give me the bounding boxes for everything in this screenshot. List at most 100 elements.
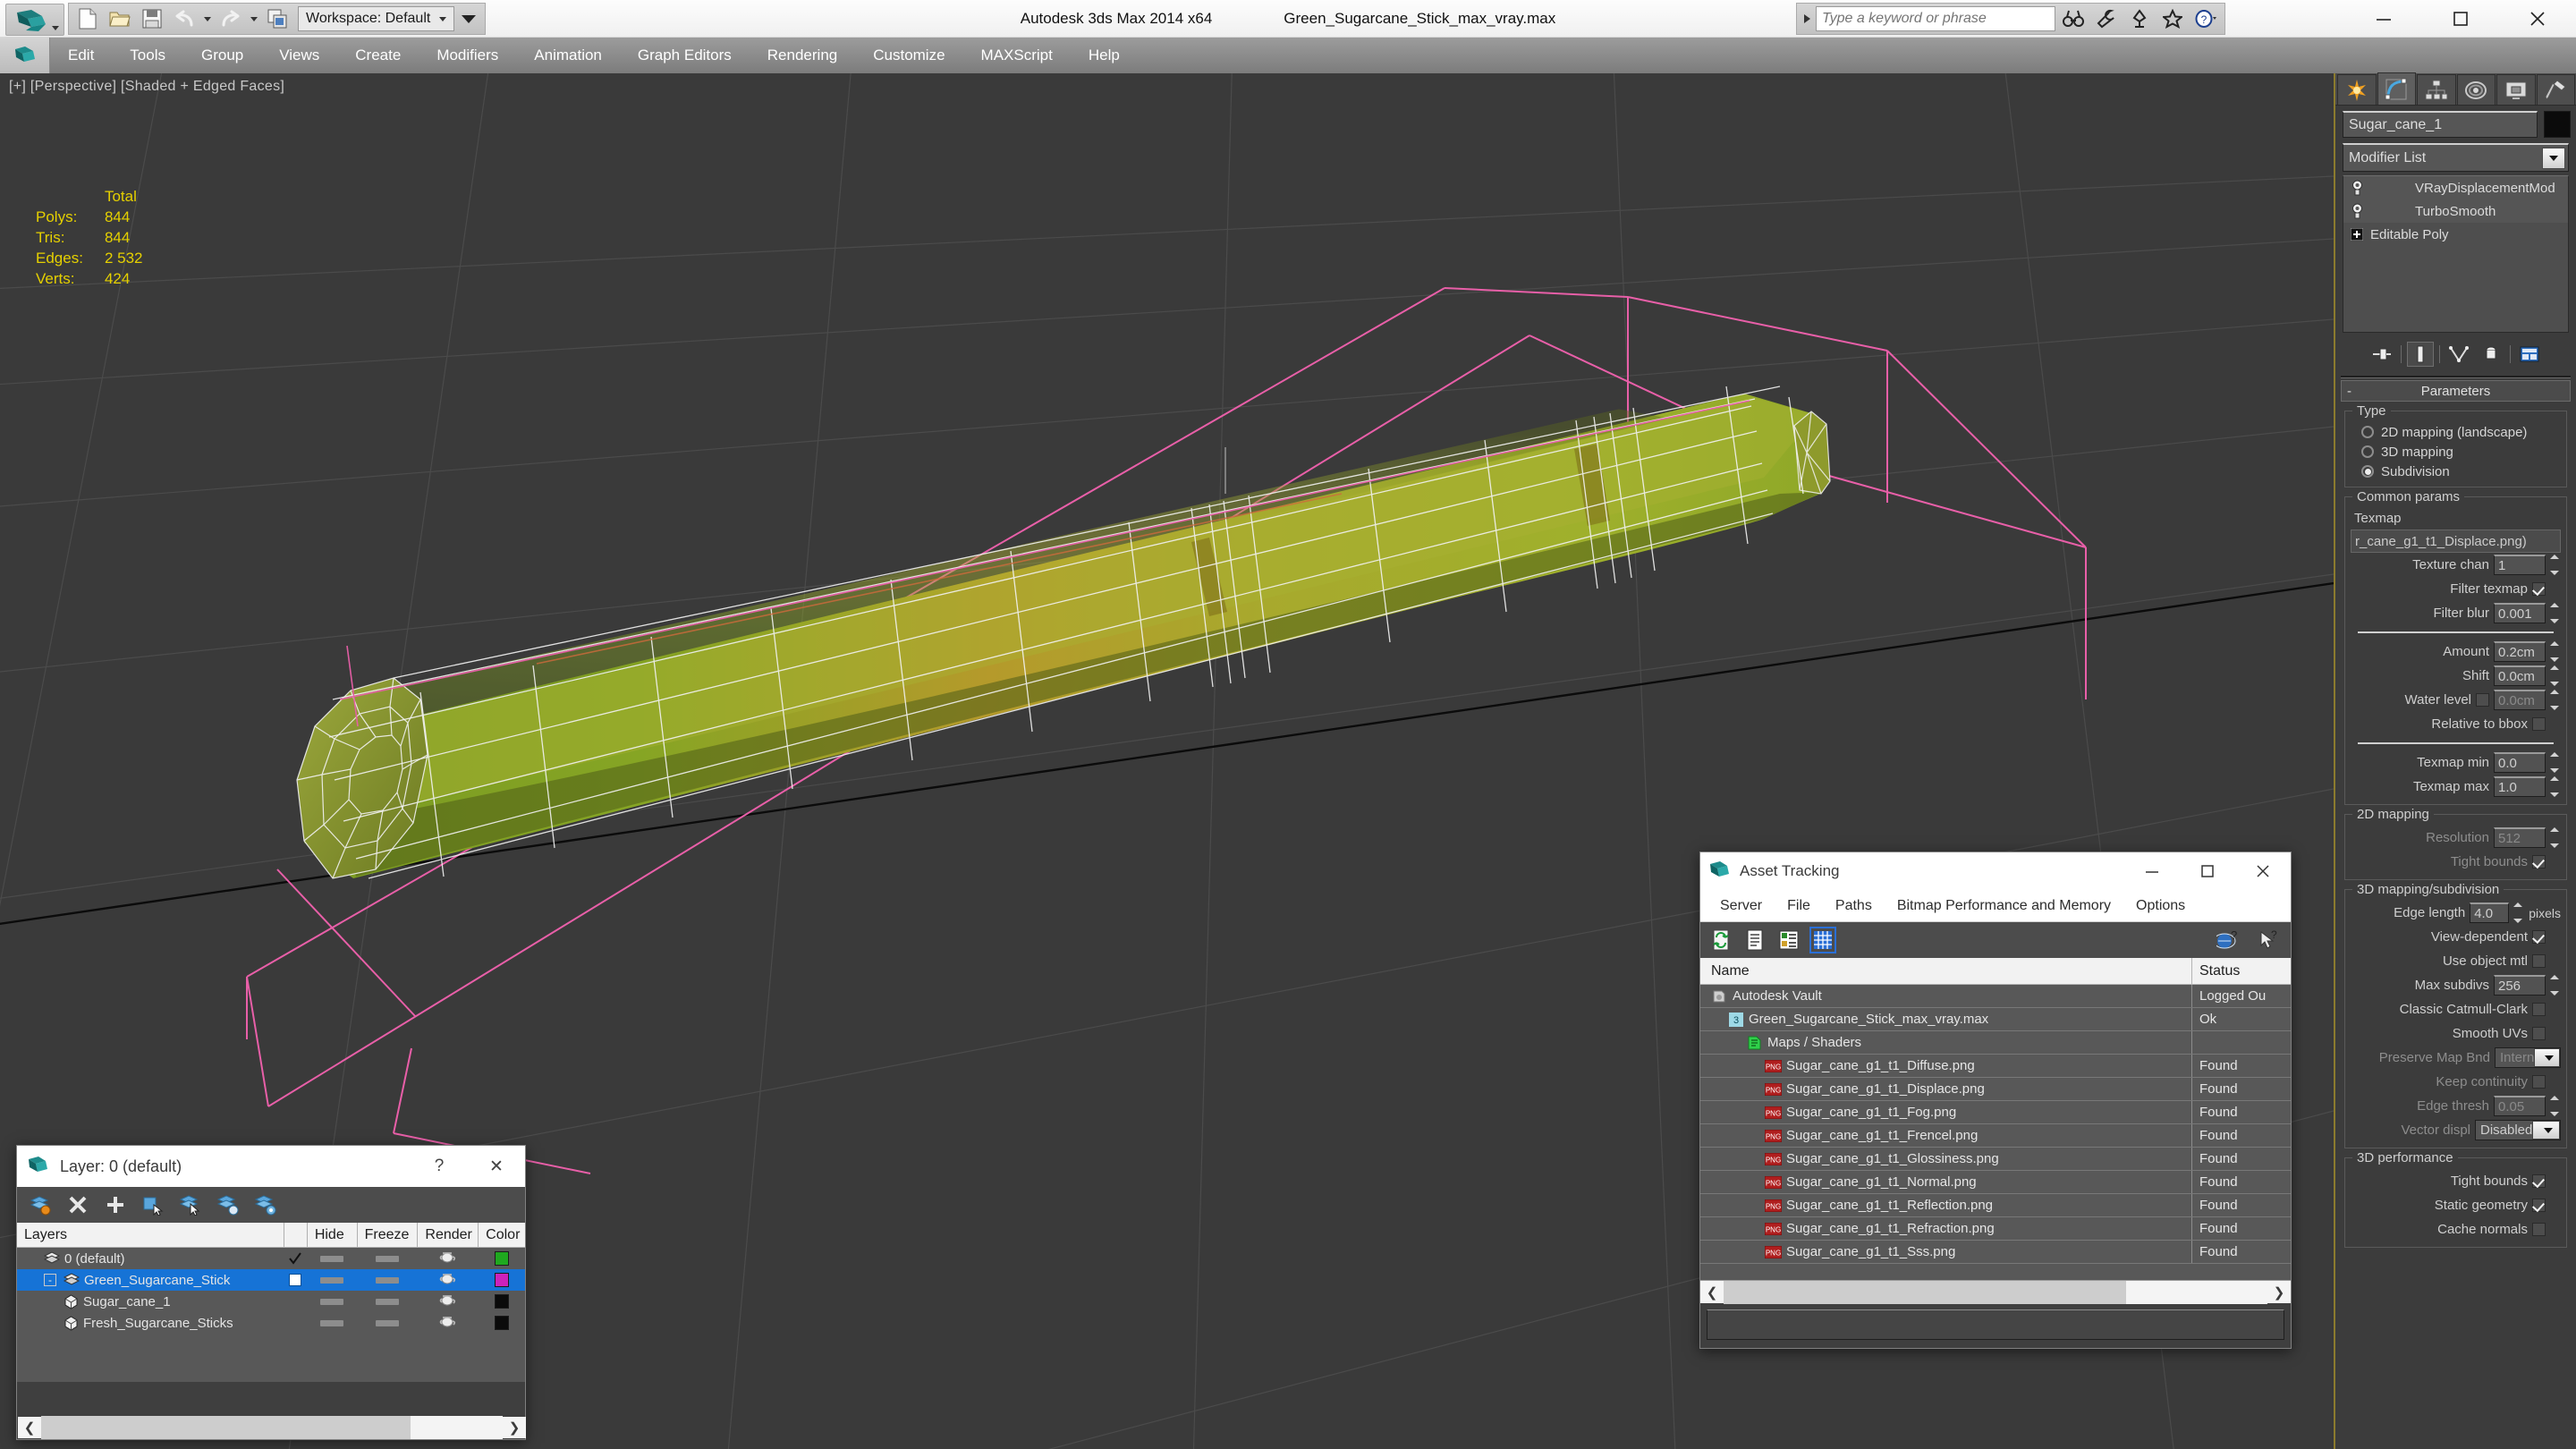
- menu-item-create[interactable]: Create: [337, 38, 419, 73]
- menu-item-customize[interactable]: Customize: [855, 38, 962, 73]
- modifier-stack[interactable]: VRayDisplacementMod TurboSmooth Editable…: [2343, 175, 2569, 333]
- layer-hide-toggle[interactable]: [307, 1255, 357, 1262]
- column-header-freeze[interactable]: Freeze: [358, 1223, 419, 1247]
- edge-thresh-stepper[interactable]: [2550, 1096, 2561, 1116]
- static-geometry-checkbox[interactable]: [2532, 1199, 2546, 1212]
- select-objects-in-layer-icon[interactable]: [140, 1192, 165, 1217]
- radio-3d-mapping[interactable]: 3D mapping: [2351, 442, 2561, 462]
- expand-plus-icon[interactable]: [2347, 225, 2367, 244]
- utilities-tab[interactable]: [2536, 74, 2575, 105]
- help-icon[interactable]: ?: [2190, 5, 2221, 32]
- keep-continuity-checkbox[interactable]: [2532, 1075, 2546, 1089]
- remove-modifier-button[interactable]: [2478, 342, 2504, 367]
- shift-stepper[interactable]: [2550, 665, 2561, 686]
- asset-row[interactable]: PNG Sugar_cane_g1_t1_Diffuse.png Found: [1700, 1055, 2291, 1078]
- asset-tracking-horizontal-scrollbar[interactable]: ❮ ❯: [1700, 1280, 2291, 1304]
- edge-length-input[interactable]: 4.0: [2470, 902, 2510, 923]
- layer-row[interactable]: Fresh_Sugarcane_Sticks: [17, 1312, 525, 1334]
- asset-row[interactable]: PNG Sugar_cane_g1_t1_Reflection.png Found: [1700, 1194, 2291, 1217]
- add-selection-to-layer-icon[interactable]: [103, 1192, 128, 1217]
- parameters-rollout-header[interactable]: - Parameters: [2341, 380, 2571, 402]
- object-name-field[interactable]: Sugar_cane_1: [2343, 111, 2538, 138]
- texture-channel-stepper[interactable]: [2550, 555, 2561, 575]
- grid-view-icon[interactable]: [1809, 927, 1836, 953]
- column-header-layers[interactable]: Layers: [17, 1223, 284, 1247]
- use-object-mtl-checkbox[interactable]: [2532, 954, 2546, 968]
- asset-row[interactable]: 3 Green_Sugarcane_Stick_max_vray.max Ok: [1700, 1008, 2291, 1031]
- menu-item-tools[interactable]: Tools: [112, 38, 183, 73]
- max-subdivs-input[interactable]: 256: [2494, 975, 2546, 996]
- menu-item-rendering[interactable]: Rendering: [750, 38, 855, 73]
- scroll-right-icon[interactable]: ❯: [2267, 1281, 2291, 1304]
- layer-current-toggle[interactable]: [284, 1274, 307, 1286]
- scroll-left-icon[interactable]: ❮: [18, 1416, 41, 1439]
- view-dependent-checkbox[interactable]: [2532, 930, 2546, 944]
- layer-row[interactable]: Sugar_cane_1: [17, 1291, 525, 1312]
- asset-menu-file[interactable]: File: [1775, 891, 1823, 921]
- smooth-uvs-checkbox[interactable]: [2532, 1027, 2546, 1040]
- filter-texmap-checkbox[interactable]: [2532, 582, 2546, 596]
- texmap-button[interactable]: r_cane_g1_t1_Displace.png): [2351, 530, 2561, 553]
- help-globe-icon[interactable]: ?: [2214, 927, 2241, 953]
- asset-menu-server[interactable]: Server: [1707, 891, 1775, 921]
- column-header-color[interactable]: Color: [479, 1223, 525, 1247]
- vector-displ-dropdown[interactable]: Disabled: [2475, 1120, 2561, 1140]
- workspace-expand-button[interactable]: [456, 4, 481, 33]
- configure-modifier-sets-button[interactable]: [2516, 342, 2543, 367]
- search-input[interactable]: [1816, 6, 2055, 31]
- menu-item-edit[interactable]: Edit: [50, 38, 112, 73]
- texmap-max-input[interactable]: 1.0: [2494, 776, 2546, 797]
- refresh-icon[interactable]: [1707, 927, 1734, 953]
- scroll-left-icon[interactable]: ❮: [1700, 1281, 1724, 1304]
- delete-layer-icon[interactable]: [65, 1192, 90, 1217]
- menu-item-graph-editors[interactable]: Graph Editors: [620, 38, 750, 73]
- scroll-thumb[interactable]: [41, 1416, 411, 1439]
- amount-input[interactable]: 0.2cm: [2494, 641, 2546, 662]
- scroll-right-icon[interactable]: ❯: [503, 1416, 526, 1439]
- modifier-stack-item-turbosmooth[interactable]: TurboSmooth: [2343, 199, 2568, 223]
- preserve-map-bnd-dropdown[interactable]: Intern: [2495, 1047, 2561, 1068]
- layer-render-toggle[interactable]: [418, 1250, 479, 1267]
- viewport-label[interactable]: [+] [Perspective] [Shaded + Edged Faces]: [9, 79, 284, 95]
- layer-current-toggle[interactable]: [284, 1251, 307, 1266]
- texmap-min-input[interactable]: 0.0: [2494, 752, 2546, 773]
- wrench-icon[interactable]: [2091, 5, 2122, 32]
- layer-color-swatch[interactable]: [479, 1251, 525, 1266]
- list-view-icon[interactable]: [1741, 927, 1768, 953]
- modifier-stack-item-vraydisplacementmod[interactable]: VRayDisplacementMod: [2343, 176, 2568, 199]
- layer-dialog-title-bar[interactable]: Layer: 0 (default) ? ✕: [17, 1146, 525, 1187]
- layer-freeze-toggle[interactable]: [357, 1298, 418, 1305]
- asset-menu-paths[interactable]: Paths: [1823, 891, 1885, 921]
- asset-row[interactable]: Autodesk Vault Logged Ou: [1700, 985, 2291, 1008]
- select-highlighted-layer-icon[interactable]: [178, 1192, 203, 1217]
- scroll-track[interactable]: [1724, 1280, 2267, 1304]
- create-new-layer-icon[interactable]: [28, 1192, 53, 1217]
- cache-normals-checkbox[interactable]: [2532, 1223, 2546, 1236]
- asset-row[interactable]: PNG Sugar_cane_g1_t1_Frencel.png Found: [1700, 1124, 2291, 1148]
- asset-tracking-maximize-button[interactable]: [2180, 852, 2235, 890]
- redo-icon[interactable]: [216, 4, 246, 33]
- menu-item-modifiers[interactable]: Modifiers: [419, 38, 516, 73]
- layer-hide-toggle[interactable]: [307, 1276, 357, 1284]
- modify-tab[interactable]: [2377, 72, 2416, 105]
- layer-freeze-toggle[interactable]: [357, 1276, 418, 1284]
- subscription-icon[interactable]: [2124, 5, 2155, 32]
- undo-dropdown-icon[interactable]: [201, 4, 214, 33]
- project-folder-icon[interactable]: [262, 4, 292, 33]
- edge-length-stepper[interactable]: [2513, 902, 2524, 923]
- radio-2d-mapping[interactable]: 2D mapping (landscape): [2351, 422, 2561, 442]
- open-file-icon[interactable]: [105, 4, 135, 33]
- layer-hide-toggle[interactable]: [307, 1319, 357, 1326]
- modifier-list-dropdown[interactable]: Modifier List: [2343, 143, 2569, 172]
- filter-blur-stepper[interactable]: [2550, 603, 2561, 623]
- highlight-selected-objects-layer-icon[interactable]: [216, 1192, 241, 1217]
- layer-row[interactable]: 0 (default): [17, 1248, 525, 1269]
- asset-menu-bitmap-performance-and-memory[interactable]: Bitmap Performance and Memory: [1885, 891, 2123, 921]
- layer-hide-toggle[interactable]: [307, 1298, 357, 1305]
- resolution-stepper[interactable]: [2550, 827, 2561, 848]
- menu-bar-app-icon[interactable]: [0, 38, 50, 73]
- column-header-name[interactable]: Name: [1700, 958, 2192, 984]
- asset-tracking-close-button[interactable]: [2235, 852, 2291, 890]
- new-file-icon[interactable]: [72, 4, 103, 33]
- filter-blur-input[interactable]: 0.001: [2494, 603, 2546, 623]
